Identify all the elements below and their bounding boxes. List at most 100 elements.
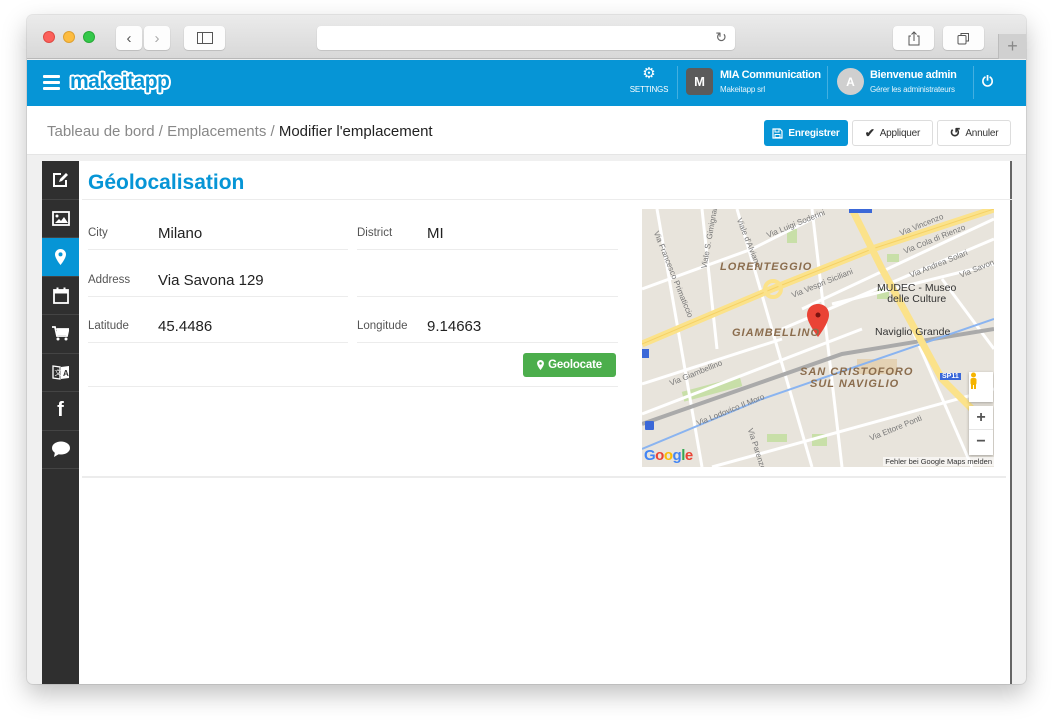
apply-label: Appliquer xyxy=(879,127,921,139)
divider xyxy=(82,199,1012,200)
back-button[interactable]: ‹ xyxy=(116,26,142,50)
road-badge: SP11 xyxy=(940,373,961,380)
geolocate-label: Geolocate xyxy=(548,359,602,371)
section-title: Géolocalisation xyxy=(88,171,245,194)
sidebar-toggle-button[interactable] xyxy=(184,26,225,50)
longitude-value[interactable]: 9.14663 xyxy=(427,318,481,335)
translate-icon: A文 xyxy=(51,365,69,380)
sidebar-item-edit[interactable] xyxy=(42,161,79,200)
pegman-icon xyxy=(970,372,977,389)
cancel-button[interactable]: ↺ Annuler xyxy=(937,120,1011,146)
user-greeting: Bienvenue admin xyxy=(870,69,957,81)
poi-label: MUDEC - Museo delle Culture xyxy=(877,283,956,305)
image-icon xyxy=(51,210,70,226)
sidebar-icon xyxy=(196,32,213,44)
sidebar-item-shop[interactable] xyxy=(42,315,79,354)
browser-window: ‹ › ↻ + makeitapp ⚙ SETTINGS M MIA Commu… xyxy=(27,15,1026,684)
sidebar-item-comments[interactable] xyxy=(42,431,79,469)
header-divider xyxy=(827,66,828,99)
svg-text:文: 文 xyxy=(54,368,61,377)
company-name[interactable]: MIA Communication xyxy=(720,69,821,81)
area-label: SAN CRISTOFORO xyxy=(800,366,914,378)
address-value[interactable]: Via Savona 129 xyxy=(158,272,264,289)
show-tabs-button[interactable] xyxy=(943,26,984,50)
breadcrumb-separator: / xyxy=(266,123,279,140)
divider xyxy=(82,476,1006,478)
chevron-right-icon: › xyxy=(154,29,160,47)
apply-button[interactable]: ✔ Appliquer xyxy=(852,120,933,146)
area-label: LORENTEGGIO xyxy=(720,261,813,273)
breadcrumb-current: Modifier l'emplacement xyxy=(278,123,433,140)
browser-toolbar: ‹ › ↻ + xyxy=(27,15,1026,59)
user-avatar[interactable]: A xyxy=(837,68,864,95)
company-subtitle: Makeitapp srl xyxy=(720,85,765,94)
chevron-left-icon: ‹ xyxy=(126,29,132,47)
page-header: Tableau de bord / Emplacements / Modifie… xyxy=(27,106,1026,155)
svg-text:A: A xyxy=(63,369,69,378)
district-value[interactable]: MI xyxy=(427,225,444,242)
breadcrumb-dashboard[interactable]: Tableau de bord xyxy=(47,123,155,140)
app-logo[interactable]: makeitapp xyxy=(70,70,170,94)
address-field[interactable]: Address Via Savona 129 xyxy=(88,256,348,297)
content-panel: A文 f Géolocalisation City Milano Distric… xyxy=(42,161,1012,684)
map[interactable]: Via Francesco Primaticcio Viale S. Gimig… xyxy=(642,209,994,467)
longitude-field[interactable]: Longitude 9.14663 xyxy=(357,302,618,343)
geolocate-button[interactable]: Geolocate xyxy=(523,353,616,377)
map-marker-icon xyxy=(537,360,545,370)
street-view-pegman[interactable] xyxy=(969,372,993,402)
gear-icon: ⚙ xyxy=(642,65,656,82)
check-icon: ✔ xyxy=(864,126,875,140)
breadcrumb-separator: / xyxy=(154,123,168,140)
facebook-icon: f xyxy=(57,399,64,422)
tabs-icon xyxy=(957,32,969,44)
sidebar-item-facebook[interactable]: f xyxy=(42,392,79,431)
floppy-disk-icon xyxy=(772,127,784,139)
settings-button[interactable]: ⚙ SETTINGS xyxy=(625,65,673,95)
reload-icon[interactable]: ↻ xyxy=(715,29,727,46)
address-bar[interactable]: ↻ xyxy=(317,26,735,50)
company-avatar[interactable]: M xyxy=(686,68,713,95)
header-divider xyxy=(677,66,678,99)
district-field[interactable]: District MI xyxy=(357,209,618,250)
forward-button[interactable]: › xyxy=(144,26,170,50)
share-button[interactable] xyxy=(893,26,934,50)
section-sidebar: A文 f xyxy=(42,161,79,684)
city-value[interactable]: Milano xyxy=(158,225,202,242)
calendar-icon xyxy=(52,287,69,304)
latitude-value[interactable]: 45.4486 xyxy=(158,318,212,335)
district-label: District xyxy=(357,227,393,239)
share-icon xyxy=(908,30,919,45)
power-icon[interactable]: ⏻ xyxy=(982,73,993,90)
minimize-window-button[interactable] xyxy=(63,31,75,43)
zoom-controls: + − xyxy=(969,406,993,455)
latitude-field[interactable]: Latitude 45.4486 xyxy=(88,302,348,343)
manage-admins-link[interactable]: Gérer les administrateurs xyxy=(870,85,955,94)
header-divider xyxy=(973,66,974,99)
menu-icon[interactable] xyxy=(43,75,60,90)
map-marker-icon xyxy=(55,248,66,265)
breadcrumb: Tableau de bord / Emplacements / Modifie… xyxy=(47,123,433,140)
address-label: Address xyxy=(88,274,131,286)
sidebar-item-images[interactable] xyxy=(42,200,79,238)
comment-icon xyxy=(51,441,70,458)
sidebar-item-translations[interactable]: A文 xyxy=(42,354,79,392)
report-map-error-link[interactable]: Fehler bei Google Maps melden xyxy=(883,457,994,466)
divider xyxy=(88,386,618,387)
settings-label: SETTINGS xyxy=(629,85,669,94)
longitude-label: Longitude xyxy=(357,320,408,332)
zoom-out-button[interactable]: − xyxy=(969,430,993,454)
undo-icon: ↺ xyxy=(949,125,961,140)
save-button[interactable]: Enregistrer xyxy=(764,120,848,146)
close-window-button[interactable] xyxy=(43,31,55,43)
sidebar-item-geolocation[interactable] xyxy=(42,238,79,277)
breadcrumb-locations[interactable]: Emplacements xyxy=(167,123,266,140)
poi-label: Naviglio Grande xyxy=(875,326,951,338)
latitude-label: Latitude xyxy=(88,320,129,332)
empty-field xyxy=(357,256,618,297)
new-tab-button[interactable]: + xyxy=(998,34,1026,59)
maximize-window-button[interactable] xyxy=(83,31,95,43)
cancel-label: Annuler xyxy=(965,127,999,139)
city-field[interactable]: City Milano xyxy=(88,209,348,250)
zoom-in-button[interactable]: + xyxy=(969,406,993,430)
sidebar-item-calendar[interactable] xyxy=(42,277,79,315)
